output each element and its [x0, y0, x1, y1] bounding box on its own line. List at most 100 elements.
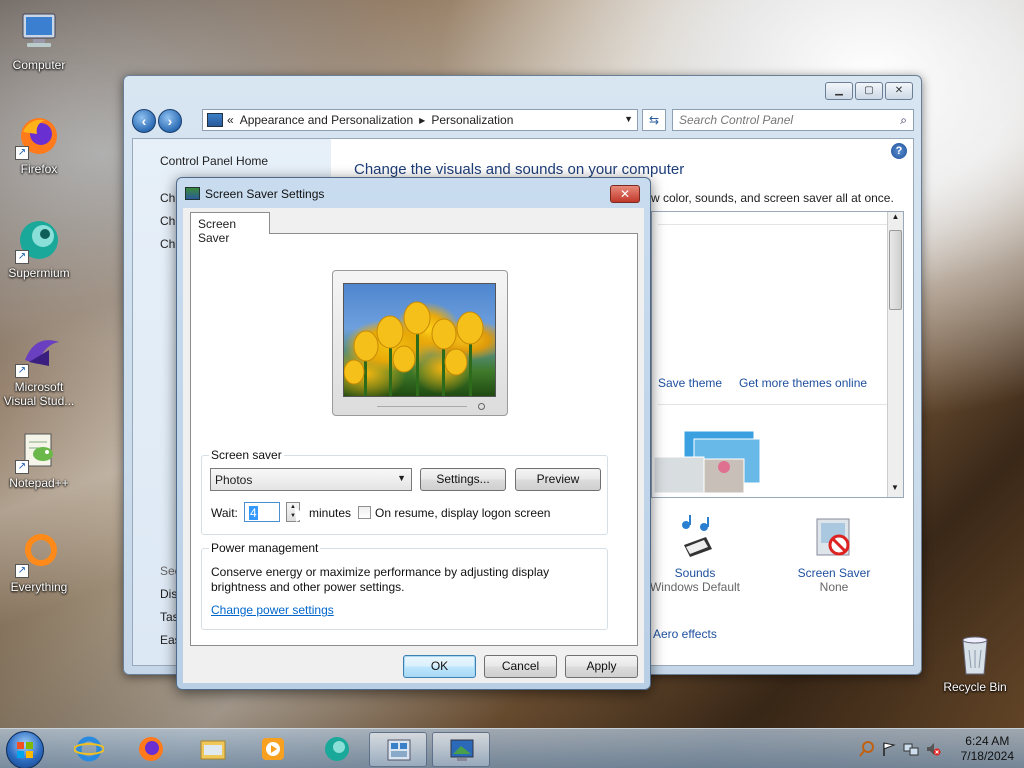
- page-title: Change the visuals and sounds on your co…: [354, 161, 685, 178]
- power-description-line2: brightness and other power settings.: [211, 580, 405, 594]
- sounds-sublabel: Windows Default: [649, 580, 741, 594]
- screen-saver-settings-icon: [450, 739, 474, 761]
- screen-saver-sublabel: None: [819, 580, 849, 594]
- ok-button[interactable]: OK: [403, 655, 476, 678]
- media-player-icon: [262, 738, 284, 760]
- search-icon[interactable]: ⌕: [900, 113, 907, 128]
- navigation-bar: ‹ › « Appearance and Personalization ▶ P…: [132, 108, 914, 134]
- shortcut-arrow-icon: ↗: [15, 250, 29, 264]
- theme-preview-thumbnail[interactable]: [653, 429, 764, 494]
- refresh-button[interactable]: ⇆: [642, 109, 666, 131]
- divider: [658, 404, 888, 405]
- scroll-thumb[interactable]: [889, 230, 902, 310]
- windows-logo-icon: [17, 742, 33, 758]
- cancel-button[interactable]: Cancel: [484, 655, 557, 678]
- taskbar-screen-saver-settings[interactable]: [432, 732, 490, 767]
- save-theme-link[interactable]: Save theme: [658, 376, 722, 390]
- preview-button[interactable]: Preview: [515, 468, 601, 491]
- aero-effects-link[interactable]: Aero effects: [653, 627, 717, 641]
- control-panel-home-link[interactable]: Control Panel Home: [160, 154, 268, 168]
- taskbar-internet-explorer[interactable]: [60, 732, 118, 767]
- back-button[interactable]: ‹: [132, 109, 156, 133]
- desktop-icon-label: Supermium: [8, 266, 70, 280]
- minimize-button[interactable]: ▁: [825, 82, 853, 100]
- selected-screen-saver: Photos: [215, 473, 253, 487]
- dialog-title: Screen Saver Settings: [205, 187, 325, 201]
- control-panel-icon: [207, 113, 223, 127]
- computer-icon: [15, 8, 63, 56]
- tab-screen-saver[interactable]: Screen Saver: [190, 212, 270, 245]
- search-placeholder: Search Control Panel: [679, 113, 794, 127]
- dialog-close-button[interactable]: ✕: [610, 185, 640, 203]
- theme-list-scrollbar[interactable]: ▲ ▼: [887, 212, 903, 497]
- desktop-icon-notepadpp[interactable]: ↗ Notepad++: [1, 426, 77, 490]
- settings-button[interactable]: Settings...: [420, 468, 506, 491]
- taskbar-firefox[interactable]: [122, 732, 180, 767]
- left-task-link[interactable]: Ch: [160, 237, 175, 251]
- breadcrumb-personalization[interactable]: Personalization: [431, 113, 513, 127]
- desktop-icon-label: Everything: [10, 580, 68, 594]
- desktop-icon-everything[interactable]: ↗ Everything: [1, 530, 77, 594]
- left-task-link[interactable]: Ch: [160, 191, 175, 205]
- control-panel-icon: [387, 739, 411, 761]
- shortcut-arrow-icon: ↗: [15, 146, 29, 160]
- wait-minutes-value: 4: [249, 506, 258, 520]
- taskbar-control-panel[interactable]: [369, 732, 427, 767]
- clock-time: 6:24 AM: [965, 734, 1010, 748]
- desktop-icon-firefox[interactable]: ↗ Firefox: [1, 112, 77, 176]
- sounds-item[interactable]: Sounds Windows Default: [647, 515, 743, 594]
- taskbar-media-player[interactable]: [244, 732, 302, 767]
- apply-button[interactable]: Apply: [565, 655, 638, 678]
- dialog-content: Screen Saver Screen saver Photos ▼ Setti…: [183, 208, 644, 683]
- start-button[interactable]: [6, 731, 44, 768]
- scroll-down-icon[interactable]: ▼: [888, 483, 902, 497]
- network-icon[interactable]: [903, 741, 919, 757]
- taskbar-file-explorer[interactable]: [184, 732, 242, 767]
- desktop-icon-computer[interactable]: Computer: [1, 8, 77, 72]
- left-task-link[interactable]: Ch: [160, 214, 175, 228]
- recycle-bin-icon: [951, 630, 999, 678]
- address-dropdown-icon[interactable]: ▼: [624, 114, 633, 124]
- volume-muted-icon[interactable]: [925, 741, 941, 757]
- taskbar-clock[interactable]: 6:24 AM 7/18/2024: [961, 734, 1014, 764]
- minutes-label: minutes: [309, 506, 352, 520]
- screen-saver-item[interactable]: Screen Saver None: [786, 515, 882, 594]
- desktop-icon-recycle-bin[interactable]: Recycle Bin: [937, 630, 1013, 694]
- action-center-flag-icon[interactable]: [881, 741, 897, 757]
- close-button[interactable]: ✕: [885, 82, 913, 100]
- address-bar[interactable]: « Appearance and Personalization ▶ Perso…: [202, 109, 638, 131]
- system-tray: 6:24 AM 7/18/2024: [858, 733, 1014, 765]
- chevron-down-icon: ▼: [397, 473, 406, 483]
- page-subtitle: w color, sounds, and screen saver all at…: [651, 191, 894, 205]
- wait-minutes-input[interactable]: 4: [244, 502, 280, 522]
- tab-panel: Screen saver Photos ▼ Settings... Previe…: [190, 233, 638, 646]
- notepadpp-icon: ↗: [15, 426, 63, 474]
- internet-explorer-icon: [74, 736, 104, 762]
- scroll-up-icon[interactable]: ▲: [888, 212, 903, 226]
- get-more-themes-link[interactable]: Get more themes online: [739, 376, 867, 390]
- see-also-link[interactable]: Dis: [160, 587, 177, 601]
- search-icon[interactable]: [858, 741, 875, 757]
- screen-saver-settings-dialog[interactable]: Screen Saver Settings ✕ Screen Saver Scr…: [176, 177, 651, 690]
- maximize-button[interactable]: ▢: [855, 82, 883, 100]
- wait-label: Wait:: [211, 506, 238, 520]
- forward-button[interactable]: ›: [158, 109, 182, 133]
- desktop-icon-supermium[interactable]: ↗ Supermium: [1, 216, 77, 280]
- theme-list[interactable]: Save theme Get more themes online ▲ ▼: [651, 211, 904, 498]
- screen-saver-group-label: Screen saver: [209, 448, 284, 462]
- desktop-icon-visual-studio[interactable]: ↗ Microsoft Visual Stud...: [1, 330, 77, 408]
- search-input[interactable]: Search Control Panel ⌕: [672, 109, 914, 131]
- firefox-icon: ↗: [15, 112, 63, 160]
- screen-saver-group: Screen saver Photos ▼ Settings... Previe…: [201, 448, 608, 535]
- taskbar-supermium[interactable]: [308, 732, 366, 767]
- screen-saver-icon: [816, 518, 850, 556]
- help-icon[interactable]: ?: [891, 143, 907, 159]
- logon-screen-checkbox[interactable]: [358, 506, 371, 519]
- change-power-settings-link[interactable]: Change power settings: [211, 603, 334, 617]
- logon-screen-label[interactable]: On resume, display logon screen: [375, 506, 550, 520]
- window-caption-buttons: ▁ ▢ ✕: [825, 82, 913, 100]
- desktop-icon-label: Microsoft Visual Stud...: [3, 380, 75, 408]
- shortcut-arrow-icon: ↗: [15, 364, 29, 378]
- screen-saver-select[interactable]: Photos ▼: [210, 468, 412, 491]
- breadcrumb-appearance[interactable]: Appearance and Personalization: [240, 113, 413, 127]
